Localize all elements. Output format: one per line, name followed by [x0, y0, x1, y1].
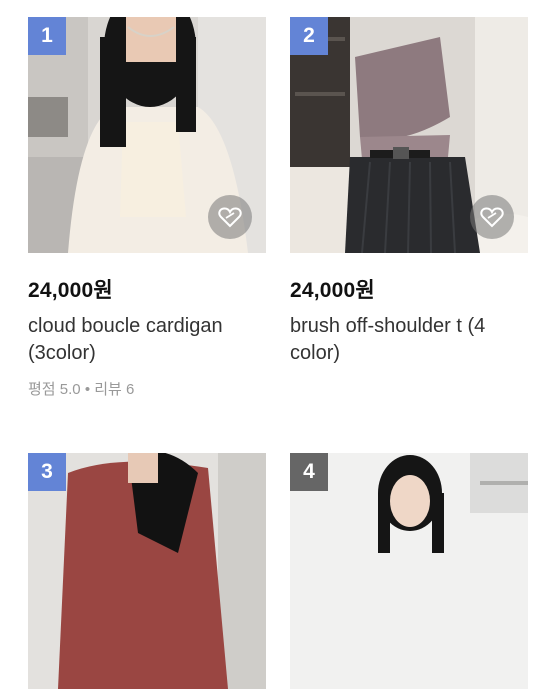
product-card-1[interactable]: 1 24,000원 cloud boucle cardigan (3color)…: [28, 17, 266, 399]
product-image-3[interactable]: 3: [28, 453, 266, 689]
product-price: 24,000원: [290, 279, 375, 302]
rank-badge-4: 4: [290, 453, 328, 491]
product-image-2[interactable]: 2: [290, 17, 528, 253]
product-image-1[interactable]: 1: [28, 17, 266, 253]
rating-value: 5.0: [59, 381, 81, 398]
separator-dot: •: [84, 381, 91, 398]
product-rating-reviews: 평점 5.0 • 리뷰 6: [28, 378, 266, 399]
rank-badge-3: 3: [28, 453, 66, 491]
product-card-2[interactable]: 2 24,000원 brush off-shoulder t (4 color): [290, 17, 528, 367]
reviews-count: 6: [126, 381, 135, 398]
product-card-4[interactable]: 4: [290, 453, 528, 689]
rating-label: 평점: [28, 381, 56, 398]
product-name[interactable]: brush off-shoulder t (4 color): [290, 313, 528, 367]
heart-outline-icon[interactable]: [208, 195, 252, 239]
product-image-4[interactable]: 4: [290, 453, 528, 689]
reviews-label: 리뷰: [94, 381, 122, 398]
rank-badge-2: 2: [290, 17, 328, 55]
product-card-3[interactable]: 3: [28, 453, 266, 689]
product-price: 24,000원: [28, 279, 113, 302]
rank-badge-1: 1: [28, 17, 66, 55]
heart-outline-icon[interactable]: [470, 195, 514, 239]
product-name[interactable]: cloud boucle cardigan (3color): [28, 313, 266, 367]
